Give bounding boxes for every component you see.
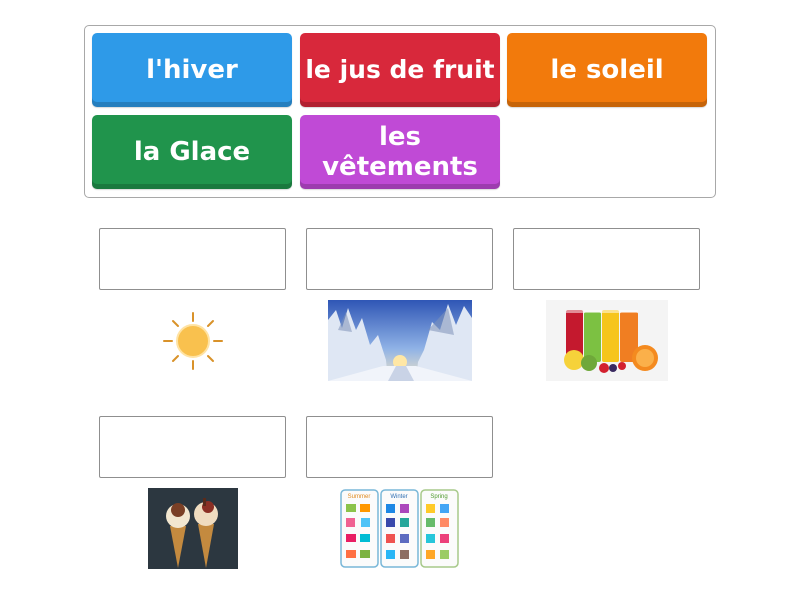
drop-slot-2[interactable] bbox=[306, 228, 493, 290]
clothes-chart-summer: Summer bbox=[348, 494, 371, 500]
drop-slot-5[interactable] bbox=[306, 416, 493, 478]
drop-slot-4[interactable] bbox=[99, 416, 286, 478]
tile-soleil[interactable]: le soleil bbox=[507, 33, 707, 107]
clothes-chart-image: Summer Winter Spring bbox=[340, 488, 460, 569]
ice-cream-image bbox=[148, 488, 238, 569]
tile-glace[interactable]: la Glace bbox=[92, 115, 292, 189]
drop-slot-3[interactable] bbox=[513, 228, 700, 290]
tile-vetements[interactable]: les vêtements bbox=[300, 115, 500, 189]
clothes-chart-spring: Spring bbox=[430, 494, 447, 500]
tile-jus-de-fruit[interactable]: le jus de fruit bbox=[300, 33, 500, 107]
clothes-chart-winter: Winter bbox=[390, 494, 407, 500]
sun-icon bbox=[160, 310, 226, 372]
drop-slot-1[interactable] bbox=[99, 228, 286, 290]
winter-forest-image bbox=[328, 300, 472, 381]
fruit-juice-image bbox=[546, 300, 668, 381]
tile-hiver[interactable]: l'hiver bbox=[92, 33, 292, 107]
